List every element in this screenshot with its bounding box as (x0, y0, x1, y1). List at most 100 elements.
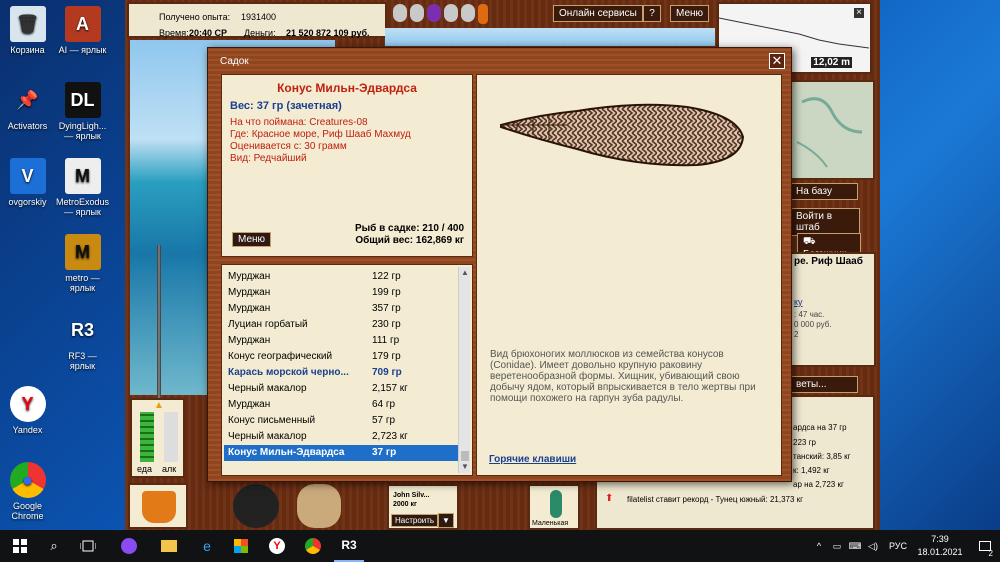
alcohol-label: алк (162, 464, 177, 474)
task-view-icon[interactable] (78, 530, 98, 562)
close-icon[interactable]: ✕ (769, 53, 785, 69)
list-item[interactable]: Конус письменный 57 гр (224, 413, 458, 429)
list-item[interactable]: Мурджан 111 гр (224, 333, 458, 349)
fish-weight: Вес: 37 гр (зачетная) (230, 100, 342, 112)
money-label: Деньги: (244, 28, 276, 38)
online-services-button[interactable]: Онлайн сервисы (553, 5, 643, 22)
food-gauge (140, 412, 154, 462)
experience-value: 1931400 (241, 12, 277, 22)
search-icon[interactable]: ⌕ (44, 530, 64, 562)
scroll-thumb[interactable] (461, 451, 469, 461)
store-icon[interactable] (230, 530, 252, 562)
dropdown-arrow-icon[interactable]: ▼ (438, 513, 454, 528)
bait-bottle-icon[interactable] (393, 4, 407, 22)
bait-bottle-icon[interactable] (461, 4, 475, 22)
bait-bottle-icon[interactable] (427, 4, 441, 22)
chrome-taskbar-icon[interactable] (302, 530, 324, 562)
desktop-icon-metro[interactable]: M metro — ярлык (55, 234, 110, 293)
pin-icon: 📌 (16, 90, 39, 110)
tray-chevron-icon[interactable]: ^ (812, 530, 826, 562)
fish-list-weight: 357 гр (372, 303, 401, 314)
scroll-down-icon[interactable]: ▼ (459, 461, 471, 473)
metro-exodus-icon: M (64, 158, 101, 194)
desktop-icon-ovgorskiy[interactable]: V ovgorskiy (0, 158, 55, 207)
fish-list-name: Черный макалор (228, 383, 307, 394)
dialog-title: Садок (220, 56, 249, 67)
rf3-taskbar-icon[interactable]: R3 (334, 530, 364, 562)
desktop-icon-activators[interactable]: 📌 Activators (0, 82, 55, 131)
alice-icon[interactable] (118, 530, 140, 562)
yandex-browser-icon[interactable]: Y (266, 530, 288, 562)
fish-list-name: Конус географический (228, 351, 333, 362)
list-scrollbar[interactable]: ▲ ▼ (458, 267, 470, 473)
notifications-icon[interactable]: 2 (975, 530, 995, 562)
events-button[interactable]: веты... (790, 376, 858, 393)
fish-description: Вид брюхоногих моллюсков из семейства ко… (490, 349, 756, 404)
pot-icon[interactable] (233, 484, 279, 528)
food-label: еда (137, 464, 153, 474)
desktop-icon-dyinglight[interactable]: DL DyingLigh... — ярлык (55, 82, 110, 141)
location-link[interactable]: ку (794, 297, 803, 307)
desktop-icon-metroexodus[interactable]: M MetroExodus — ярлык (55, 158, 110, 217)
bucket-slot[interactable] (128, 483, 188, 529)
edge-icon[interactable]: e (196, 530, 218, 562)
game-menu-button[interactable]: Меню (670, 5, 710, 22)
list-item[interactable]: Мурджан 122 гр (224, 269, 458, 285)
dialog-menu-button[interactable]: Меню (232, 232, 272, 247)
windows-start-icon[interactable] (10, 530, 30, 562)
input-language[interactable]: РУС (886, 530, 910, 562)
list-item[interactable]: Мурджан 64 гр (224, 397, 458, 413)
fish-list-weight: 709 гр (372, 367, 402, 378)
bait-bottle-icon[interactable] (410, 4, 424, 22)
fish-list-weight: 199 гр (372, 287, 401, 298)
desktop-icon-yandex[interactable]: Y Yandex (0, 386, 55, 435)
player-info-panel: Получено опыта: 1931400 Время: 20:40 СР … (127, 2, 387, 38)
network-icon[interactable]: ▭ (830, 530, 844, 562)
keyboard-icon[interactable]: ⌨ (848, 530, 862, 562)
file-explorer-icon[interactable] (158, 530, 180, 562)
feed-line: к: 1,492 кг (793, 466, 830, 475)
list-item[interactable]: Луциан горбатый 230 гр (224, 317, 458, 333)
desktop-icon-label: metro — ярлык (65, 273, 100, 293)
volume-icon[interactable]: ◁) (866, 530, 880, 562)
list-item[interactable]: Мурджан 199 гр (224, 285, 458, 301)
list-item[interactable]: Мурджан 357 гр (224, 301, 458, 317)
feed-line: ардса на 37 гр (793, 423, 847, 432)
desktop-icon-chrome[interactable]: ● Google Chrome (0, 462, 55, 521)
configure-button[interactable]: Настроить (391, 514, 439, 527)
list-item[interactable]: Черный макалор 2,157 кг (224, 381, 458, 397)
depth-value: 12,02 m (811, 57, 852, 68)
clock[interactable]: 7:39 18.01.2021 (915, 533, 965, 559)
sack-icon[interactable] (297, 484, 341, 528)
desktop-icon-rf3[interactable]: R3 RF3 — ярлык (55, 312, 110, 371)
desktop-icon-recycle-bin[interactable]: 🗑 Корзина (0, 6, 55, 55)
hotkeys-link[interactable]: Горячие клавиши (489, 454, 576, 465)
fish-list-name: Луциан горбатый (228, 319, 308, 330)
keepnet-stats: Рыб в садке: 210 / 400 Общий вес: 162,86… (355, 223, 464, 247)
enter-hq-button[interactable]: Войти в штаб (790, 208, 860, 236)
fish-kind: Вид: Редчайший (230, 153, 307, 164)
location-name: ре. Риф Шааб (794, 256, 863, 267)
list-item[interactable]: Конус географический 179 гр (224, 349, 458, 365)
list-item[interactable]: Конус Мильн-Эдвардса 37 гр (224, 445, 458, 461)
to-base-button[interactable]: На базу (790, 183, 858, 200)
experience-label: Получено опыта: (159, 12, 231, 22)
lure-slot[interactable]: Маленькая (528, 484, 580, 530)
bait-bottle-icon[interactable] (444, 4, 458, 22)
fish-list-weight: 122 гр (372, 271, 401, 282)
desktop-icon-ai[interactable]: A AI — ярлык (55, 6, 110, 55)
fish-list-weight: 64 гр (372, 399, 396, 410)
chrome-icon: ● (9, 462, 46, 498)
fish-count: Рыб в садке: 210 / 400 (354, 223, 464, 234)
location-map[interactable] (790, 80, 875, 180)
sonar-close-icon[interactable]: × (854, 8, 864, 18)
feed-line: ар на 2,723 кг (793, 480, 844, 489)
help-button[interactable]: ? (643, 5, 661, 22)
scroll-up-icon[interactable]: ▲ (459, 267, 471, 279)
list-item[interactable]: Карась морской черно... 709 гр (224, 365, 458, 381)
list-item[interactable]: Черный макалор 2,723 кг (224, 429, 458, 445)
money-value: 21 520 872 109 руб. (286, 28, 370, 38)
lure-icon[interactable] (478, 4, 488, 24)
fish-valued-from: Оценивается с: 30 грамм (230, 141, 347, 152)
fish-list-weight: 111 гр (372, 335, 400, 346)
